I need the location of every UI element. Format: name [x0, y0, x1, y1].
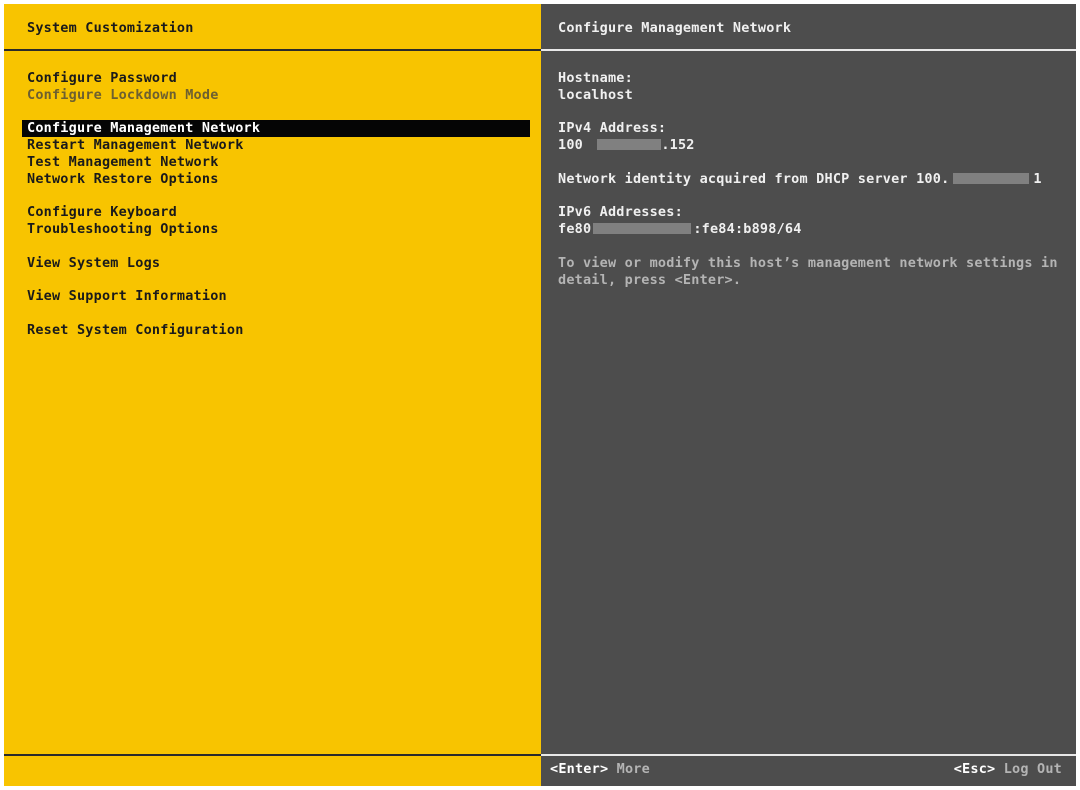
redacted-block	[953, 172, 1030, 184]
menu-item-view-support-information[interactable]: View Support Information	[22, 288, 530, 305]
ipv6-value: fe80 :fe84:b898/64	[558, 221, 1068, 238]
menu-spacer	[22, 305, 530, 322]
ipv4-value-suffix: .152	[661, 137, 695, 154]
ipv6-value-prefix: fe80	[558, 221, 592, 238]
system-customization-panel: System Customization Configure Password …	[4, 4, 541, 786]
enter-more-hint[interactable]: <Enter> More	[550, 761, 650, 778]
right-footer: <Enter> More <Esc> Log Out	[541, 754, 1076, 786]
network-info: Hostname: localhost IPv4 Address: 100 .1…	[558, 70, 1068, 288]
menu-item-configure-password[interactable]: Configure Password	[22, 70, 530, 87]
menu-spacer	[22, 188, 530, 205]
dcui-screen: System Customization Configure Password …	[0, 0, 1080, 790]
menu-item-troubleshooting-options[interactable]: Troubleshooting Options	[22, 221, 530, 238]
right-header: Configure Management Network	[541, 4, 1076, 51]
redacted-block	[593, 223, 692, 235]
left-header: System Customization	[4, 4, 541, 51]
menu-item-view-system-logs[interactable]: View System Logs	[22, 255, 530, 272]
configure-management-network-panel: Configure Management Network Hostname: l…	[541, 4, 1076, 786]
redacted-block	[597, 139, 662, 151]
menu-item-configure-keyboard[interactable]: Configure Keyboard	[22, 204, 530, 221]
menu-item-configure-lockdown-mode[interactable]: Configure Lockdown Mode	[22, 87, 530, 104]
enter-key-label: <Enter>	[550, 761, 609, 777]
menu-spacer	[22, 272, 530, 289]
dhcp-status-text: Network identity acquired from DHCP serv…	[558, 170, 950, 187]
menu-spacer	[22, 238, 530, 255]
dhcp-status: Network identity acquired from DHCP serv…	[558, 171, 1068, 188]
menu-item-test-management-network[interactable]: Test Management Network	[22, 154, 530, 171]
ipv4-value: 100 .152	[558, 137, 1068, 154]
management-network-help-text: To view or modify this host’s management…	[558, 254, 1058, 288]
ipv6-label: IPv6 Addresses:	[558, 204, 683, 221]
menu-item-configure-management-network[interactable]: Configure Management Network	[22, 120, 530, 138]
dhcp-status-suffix: 1	[1033, 170, 1042, 187]
ipv6-value-suffix: :fe84:b898/64	[693, 221, 802, 238]
enter-key-description: More	[616, 761, 650, 777]
esc-logout-hint[interactable]: <Esc> Log Out	[954, 761, 1062, 778]
hostname-value: localhost	[558, 86, 633, 103]
menu-spacer	[22, 104, 530, 121]
esc-key-description: Log Out	[1003, 761, 1062, 777]
menu-item-network-restore-options[interactable]: Network Restore Options	[22, 171, 530, 188]
ipv4-label: IPv4 Address:	[558, 120, 667, 137]
esc-key-label: <Esc>	[953, 761, 996, 777]
ipv4-value-prefix: 100	[558, 137, 583, 154]
hostname-label: Hostname:	[558, 70, 633, 86]
menu-item-restart-management-network[interactable]: Restart Management Network	[22, 137, 530, 154]
customization-menu: Configure Password Configure Lockdown Mo…	[22, 70, 530, 339]
left-panel-title: System Customization	[27, 20, 194, 36]
menu-item-reset-system-configuration[interactable]: Reset System Configuration	[22, 322, 530, 339]
left-footer	[4, 754, 541, 786]
right-panel-title: Configure Management Network	[558, 20, 792, 36]
